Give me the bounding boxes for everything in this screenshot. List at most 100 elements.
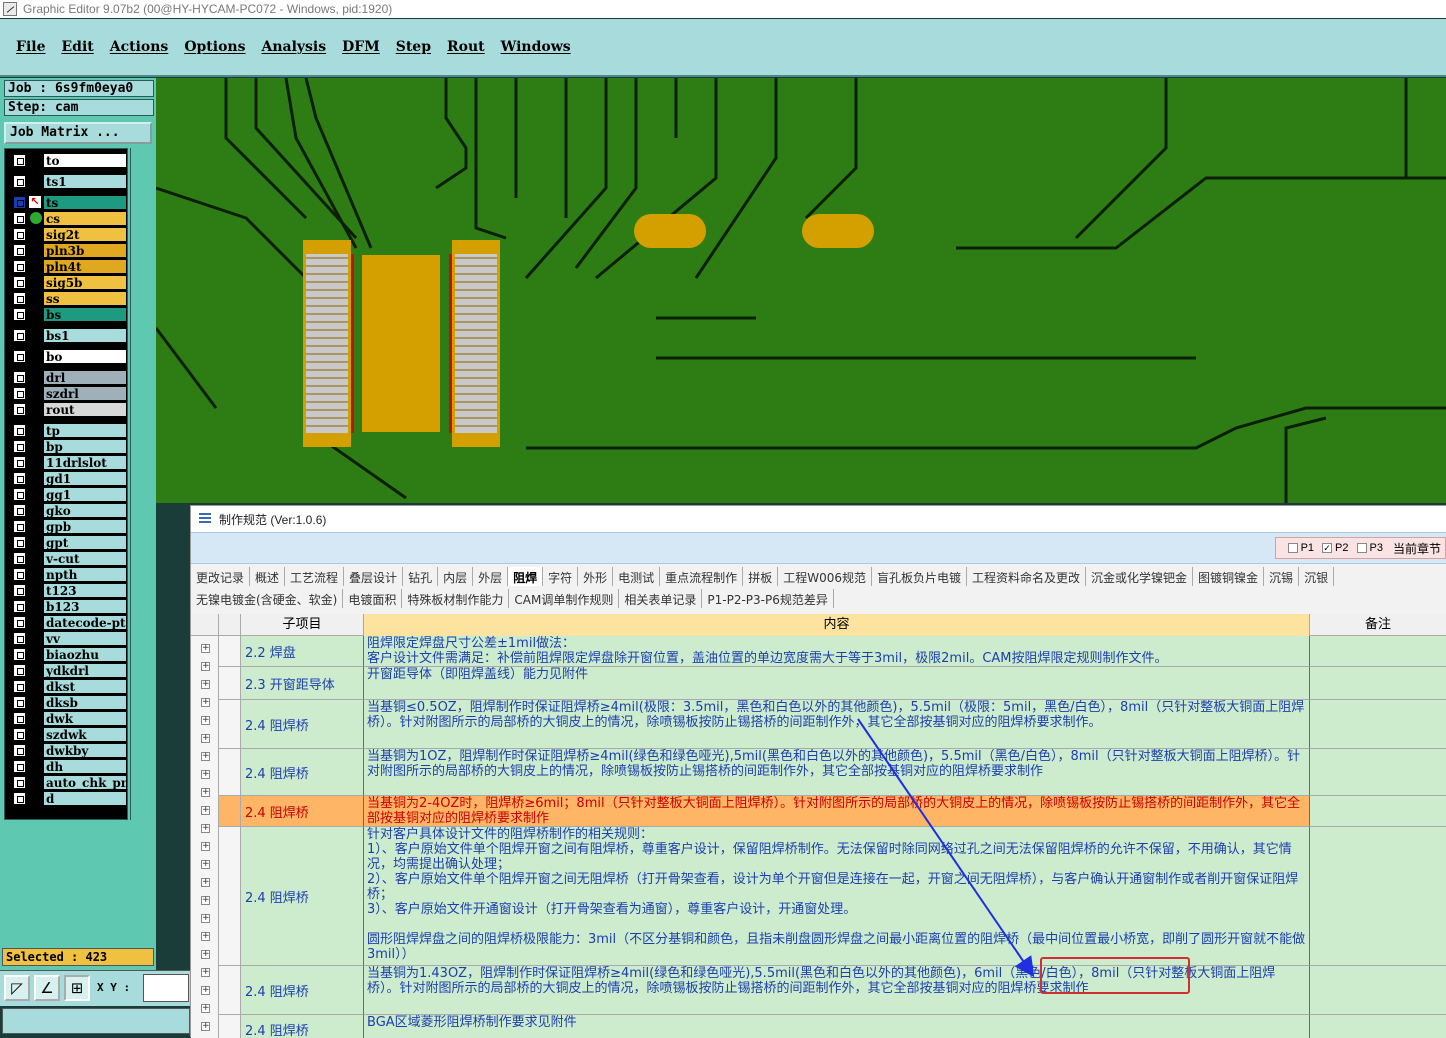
layer-checkbox[interactable] <box>13 664 26 677</box>
table-row[interactable]: 2.4 阻焊桥 当基铜为1.43OZ，阻焊制作时保证阻焊桥≥4mil(绿色和绿色哑… <box>219 966 1446 1015</box>
layer-row-pln4t[interactable]: pln4t <box>9 259 129 274</box>
layer-row-szdrl[interactable]: szdrl <box>9 386 129 401</box>
tab-tabs1-13[interactable]: 工程W006规范 <box>778 567 872 586</box>
checkbox-p1[interactable] <box>1287 543 1298 553</box>
layer-row-to[interactable]: to <box>9 153 129 168</box>
menu-windows[interactable]: Windows <box>501 39 571 55</box>
expand-icon[interactable]: + <box>201 698 210 707</box>
expand-icon[interactable]: + <box>201 1022 210 1031</box>
layer-checkbox[interactable] <box>13 728 26 741</box>
expand-icon[interactable]: + <box>201 662 210 671</box>
layer-checkbox[interactable] <box>13 648 26 661</box>
menu-step[interactable]: Step <box>396 39 431 55</box>
tab-tabs1-2[interactable]: 工艺流程 <box>285 567 345 586</box>
layer-checkbox[interactable] <box>13 350 26 363</box>
layer-row-bs1[interactable]: bs1 <box>9 328 129 343</box>
layer-checkbox[interactable] <box>13 472 26 485</box>
layer-checkbox[interactable] <box>13 632 26 645</box>
layer-checkbox[interactable] <box>13 371 26 384</box>
table-row[interactable]: 2.4 阻焊桥 当基铜为1OZ，阻焊制作时保证阻焊桥≥4mil(绿色和绿色哑光),… <box>219 749 1446 796</box>
layer-checkbox[interactable] <box>13 744 26 757</box>
expand-icon[interactable]: + <box>201 914 210 923</box>
row-selector[interactable] <box>219 700 241 749</box>
table-row[interactable]: 2.2 焊盘 阻焊限定焊盘尺寸公差±1mil做法： 客户设计文件需满足：补偿前阻焊… <box>219 636 1446 667</box>
tab-tabs2-3[interactable]: CAM调单制作规则 <box>509 589 620 608</box>
expand-icon[interactable]: + <box>201 896 210 905</box>
tab-tabs1-3[interactable]: 叠层设计 <box>344 567 404 586</box>
tab-tabs1-19[interactable]: 沉银 <box>1299 567 1335 586</box>
layer-checkbox[interactable] <box>13 712 26 725</box>
menu-edit[interactable]: Edit <box>61 39 93 55</box>
layer-checkbox[interactable] <box>13 680 26 693</box>
expand-icon[interactable]: + <box>201 932 210 941</box>
menu-options[interactable]: Options <box>184 39 245 55</box>
expand-icon[interactable]: + <box>201 842 210 851</box>
tab-tabs1-12[interactable]: 拼板 <box>743 567 779 586</box>
tab-tabs1-14[interactable]: 盲孔板负片电镀 <box>872 567 967 586</box>
layer-row-pln3b[interactable]: pln3b <box>9 243 129 258</box>
layer-row-ts[interactable]: ↖ ts <box>9 195 129 210</box>
layer-row-npth[interactable]: npth <box>9 567 129 582</box>
tab-tabs1-1[interactable]: 概述 <box>250 567 286 586</box>
menu-file[interactable]: File <box>16 39 45 55</box>
layer-list-scrollbar[interactable] <box>130 148 154 820</box>
expand-icon[interactable]: + <box>201 950 210 959</box>
layer-checkbox[interactable] <box>13 536 26 549</box>
layer-row-ts1[interactable]: ts1 <box>9 174 129 189</box>
layer-row-vv[interactable]: vv <box>9 631 129 646</box>
expand-icon[interactable]: + <box>201 752 210 761</box>
layer-row-cs[interactable]: cs <box>9 211 129 226</box>
layer-checkbox[interactable] <box>13 292 26 305</box>
layer-checkbox[interactable] <box>13 488 26 501</box>
layer-checkbox[interactable] <box>13 308 26 321</box>
tab-tabs1-17[interactable]: 图镀铜镍金 <box>1193 567 1265 586</box>
pcb-graphic-canvas[interactable] <box>156 78 1446 503</box>
tab-tabs2-1[interactable]: 电镀面积 <box>343 589 403 608</box>
layer-row-b123[interactable]: b123 <box>9 599 129 614</box>
layer-row-szdwk[interactable]: szdwk <box>9 727 129 742</box>
row-selector[interactable] <box>219 636 241 667</box>
tab-tabs1-6[interactable]: 外层 <box>473 567 509 586</box>
layer-checkbox[interactable] <box>13 260 26 273</box>
layer-row-datecode-pt[interactable]: datecode-pt <box>9 615 129 630</box>
expand-icon[interactable]: + <box>201 986 210 995</box>
expand-icon[interactable]: + <box>201 806 210 815</box>
tab-tabs1-10[interactable]: 电测试 <box>613 567 661 586</box>
layer-row-gg1[interactable]: gg1 <box>9 487 129 502</box>
expand-icon[interactable]: + <box>201 788 210 797</box>
layer-checkbox[interactable] <box>13 276 26 289</box>
row-selector[interactable] <box>219 749 241 796</box>
tab-tabs1-8[interactable]: 字符 <box>543 567 579 586</box>
layer-row-v-cut[interactable]: v-cut <box>9 551 129 566</box>
snap-grid-icon[interactable]: ⊞ <box>64 975 90 1001</box>
menu-analysis[interactable]: Analysis <box>261 39 326 55</box>
layer-row-dksb[interactable]: dksb <box>9 695 129 710</box>
expand-icon[interactable]: + <box>201 716 210 725</box>
layer-checkbox[interactable] <box>13 520 26 533</box>
tab-tabs1-18[interactable]: 沉锡 <box>1264 567 1300 586</box>
tab-tabs2-5[interactable]: P1-P2-P3-P6规范差异 <box>702 589 834 608</box>
layer-row-biaozhu[interactable]: biaozhu <box>9 647 129 662</box>
zoom-fit-icon[interactable]: ◸ <box>4 975 30 1001</box>
tab-tabs1-15[interactable]: 工程资料命名及更改 <box>967 567 1087 586</box>
layer-checkbox[interactable] <box>13 776 26 789</box>
job-matrix-button[interactable]: Job Matrix ... <box>4 122 152 144</box>
table-row[interactable]: 2.4 阻焊桥 当基铜≤0.5OZ，阻焊制作时保证阻焊桥≥4mil(极限：3.5m… <box>219 700 1446 749</box>
table-row[interactable]: 2.3 开窗距导体 开窗距导体（即阻焊盖线）能力见附件 <box>219 667 1446 700</box>
layer-row-gko[interactable]: gko <box>9 503 129 518</box>
layer-row-sig5b[interactable]: sig5b <box>9 275 129 290</box>
layer-row-auto_chk_pn[interactable]: auto_chk_pn <box>9 775 129 790</box>
layer-checkbox[interactable] <box>13 456 26 469</box>
expand-icon[interactable]: + <box>201 680 210 689</box>
xy-input[interactable] <box>143 974 189 1002</box>
layer-row-bp[interactable]: bp <box>9 439 129 454</box>
layer-row-ss[interactable]: ss <box>9 291 129 306</box>
layer-row-sig2t[interactable]: sig2t <box>9 227 129 242</box>
tab-tabs2-2[interactable]: 特殊板材制作能力 <box>402 589 510 608</box>
measure-icon[interactable]: ∠ <box>34 975 60 1001</box>
layer-checkbox[interactable] <box>13 387 26 400</box>
checkbox-p3[interactable] <box>1356 543 1367 553</box>
menu-dfm[interactable]: DFM <box>342 39 380 55</box>
tab-tabs2-0[interactable]: 无镍电镀金(含硬金、软金) <box>191 589 344 608</box>
row-selector[interactable] <box>219 796 241 827</box>
